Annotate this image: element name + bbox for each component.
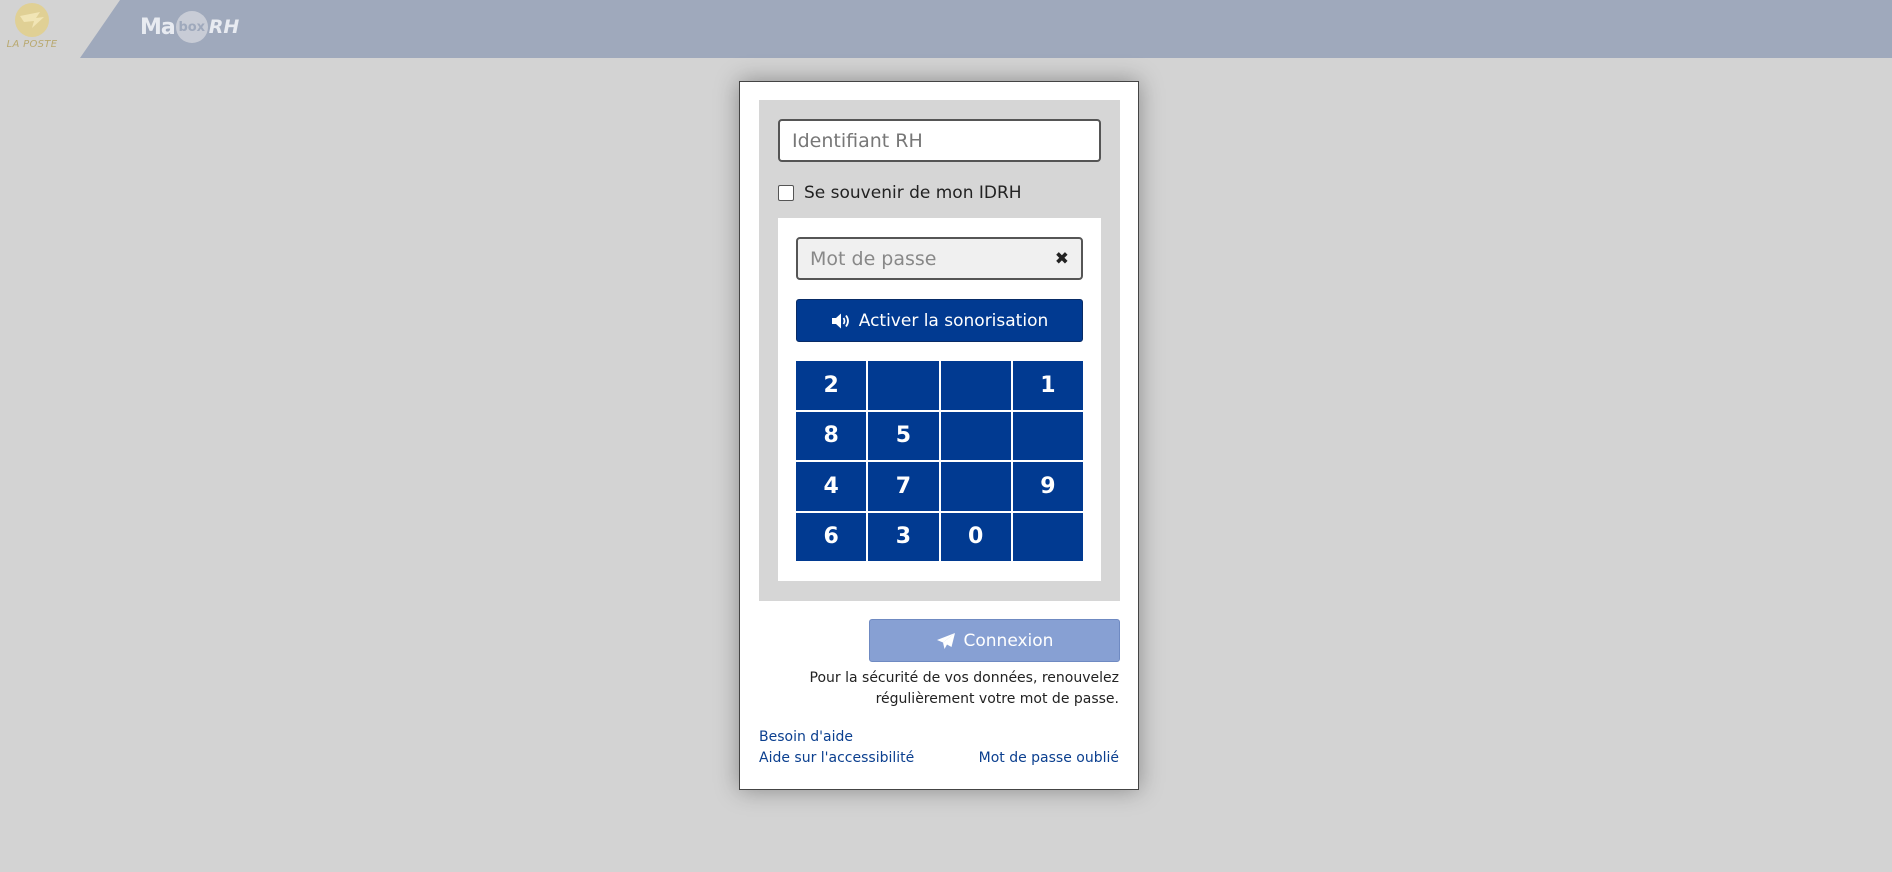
app-logo[interactable]: Ma box RH — [140, 11, 240, 43]
keypad-key[interactable]: 9 — [1012, 462, 1083, 511]
keypad-key[interactable]: 3 — [868, 512, 939, 561]
sound-button[interactable]: Activer la sonorisation — [796, 299, 1083, 342]
paper-plane-icon — [936, 632, 955, 649]
password-field[interactable]: Mot de passe ✖ — [796, 237, 1083, 280]
keypad-key[interactable] — [868, 361, 939, 410]
keypad-key[interactable]: 5 — [868, 411, 939, 460]
keypad-key[interactable] — [1012, 411, 1083, 460]
login-card: Se souvenir de mon IDRH Mot de passe ✖ A… — [739, 81, 1139, 790]
remember-checkbox[interactable] — [778, 185, 794, 201]
keypad-key[interactable]: 1 — [1012, 361, 1083, 410]
keypad-key[interactable] — [940, 462, 1011, 511]
keypad-key[interactable]: 8 — [796, 411, 867, 460]
top-bar — [0, 0, 1892, 58]
accessibility-link[interactable]: Aide sur l'accessibilité — [759, 750, 914, 766]
help-link[interactable]: Besoin d'aide — [759, 729, 853, 745]
keypad-key[interactable]: 0 — [940, 512, 1011, 561]
laposte-bird-icon — [20, 12, 44, 28]
remember-label[interactable]: Se souvenir de mon IDRH — [804, 183, 1022, 203]
app-logo-part2: box — [175, 11, 208, 43]
sound-button-label: Activer la sonorisation — [858, 310, 1049, 331]
id-input[interactable] — [778, 119, 1101, 162]
password-panel: Mot de passe ✖ Activer la sonorisation 2… — [778, 218, 1101, 581]
close-icon[interactable]: ✖ — [1055, 249, 1069, 269]
keypad-key[interactable]: 6 — [796, 512, 867, 561]
forgot-password-link[interactable]: Mot de passe oublié — [979, 750, 1119, 766]
keypad-key[interactable] — [1012, 512, 1083, 561]
virtual-keypad: 2 1 8 5 4 7 9 6 3 0 — [796, 361, 1083, 561]
app-logo-part1: Ma — [140, 14, 176, 40]
connect-button-label: Connexion — [963, 630, 1054, 651]
connect-button[interactable]: Connexion — [869, 619, 1120, 662]
volume-icon — [831, 313, 849, 328]
keypad-key[interactable] — [940, 361, 1011, 410]
laposte-brand-text: LA POSTE — [6, 39, 58, 50]
password-placeholder: Mot de passe — [810, 247, 937, 270]
remember-row[interactable]: Se souvenir de mon IDRH — [778, 182, 1022, 204]
keypad-key[interactable]: 2 — [796, 361, 867, 410]
keypad-key[interactable]: 4 — [796, 462, 867, 511]
app-logo-part3: RH — [208, 16, 240, 38]
laposte-logo[interactable]: LA POSTE — [4, 3, 60, 51]
keypad-key[interactable] — [940, 411, 1011, 460]
keypad-key[interactable]: 7 — [868, 462, 939, 511]
security-notice: Pour la sécurité de vos données, renouve… — [809, 670, 1119, 707]
